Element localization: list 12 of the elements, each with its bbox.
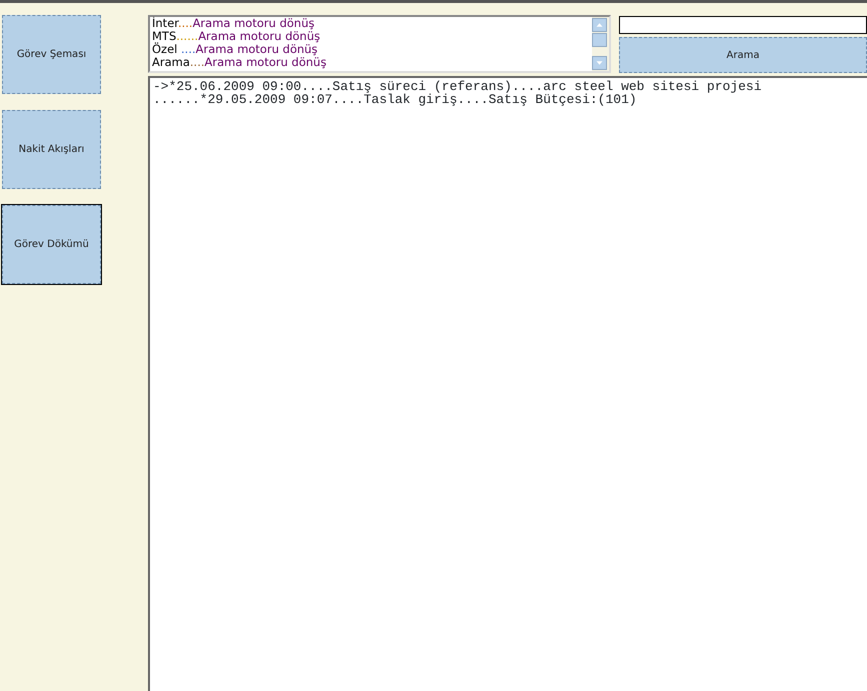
list-item[interactable]: Arama....Arama motoru dönüş bbox=[152, 56, 592, 69]
sidebar-button[interactable]: Görev Şeması bbox=[2, 15, 101, 94]
log-text-area[interactable]: ->*25.06.2009 09:00....Satış süreci (referans)....arc steel web sitesi projesi ......*29.05.2009 09:07....Taslak giriş....Satış Bütçesi:(101) bbox=[148, 76, 867, 691]
search-button[interactable]: Arama bbox=[619, 37, 867, 73]
sidebar-button[interactable]: Görev Dökümü bbox=[2, 205, 101, 284]
list-item[interactable]: Özel ....Arama motoru dönüş bbox=[152, 43, 592, 56]
list-item[interactable]: MTS......Arama motoru dönüş bbox=[152, 30, 592, 43]
sidebar-button[interactable]: Nakit Akışları bbox=[2, 110, 101, 189]
scroll-thumb[interactable] bbox=[592, 33, 607, 47]
scroll-down-icon[interactable] bbox=[592, 56, 607, 70]
search-field[interactable] bbox=[619, 16, 867, 34]
scroll-up-icon[interactable] bbox=[592, 18, 607, 32]
